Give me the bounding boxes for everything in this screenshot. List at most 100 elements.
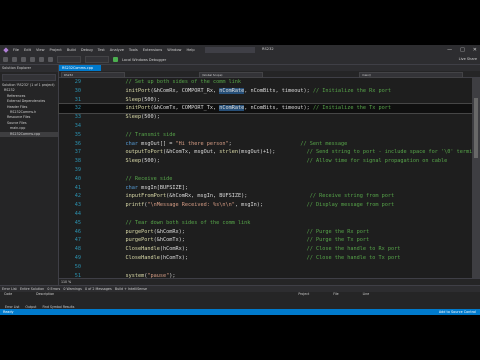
vertical-scrollbar[interactable] — [472, 78, 480, 285]
config-dropdown[interactable]: Debug — [57, 56, 81, 73]
new-file-icon[interactable] — [21, 57, 26, 62]
code-text[interactable]: inputFromPort(&hComRx, msgIn, BUFSIZE); … — [113, 192, 395, 201]
error-scope[interactable]: Entire Solution — [20, 287, 44, 291]
code-text[interactable]: char msgOut[] = "Hi there person"; // Se… — [113, 140, 348, 149]
line-number: 38 — [74, 158, 81, 165]
open-icon[interactable] — [30, 57, 35, 62]
column-header[interactable]: Code — [4, 292, 12, 297]
line-number: 40 — [74, 175, 81, 182]
code-line[interactable]: 33 Sleep(500); — [59, 113, 480, 122]
menu-build[interactable]: Build — [67, 48, 76, 52]
line-number: 44 — [74, 211, 81, 217]
close-icon[interactable]: ✕ — [473, 46, 477, 54]
code-text[interactable]: // Receive side — [113, 175, 173, 184]
scrollbar-thumb[interactable] — [474, 98, 478, 158]
code-line[interactable]: 48 CloseHandle(hComRx); // Close the han… — [59, 245, 480, 254]
maximize-icon[interactable]: □ — [460, 46, 465, 54]
code-text[interactable]: CloseHandle(hComTx); // Close the handle… — [113, 254, 401, 263]
errors-count[interactable]: 0 Errors — [47, 287, 60, 291]
menu-view[interactable]: View — [36, 48, 45, 52]
menu-analyze[interactable]: Analyze — [110, 48, 124, 52]
visual-studio-window: ◆ File Edit View Project Build Debug Tes… — [0, 45, 480, 315]
code-text-area[interactable]: 29 // Set up both sides of the comm link… — [58, 78, 480, 285]
code-line[interactable]: 37 outputToPort(&hComTx, msgOut, strlen(… — [59, 148, 480, 157]
menu-test[interactable]: Test — [98, 48, 105, 52]
menu-extensions[interactable]: Extensions — [143, 48, 163, 52]
code-text[interactable]: // Set up both sides of the comm link — [113, 78, 242, 87]
line-number: 50 — [74, 263, 81, 270]
run-label[interactable]: Local Windows Debugger — [122, 58, 166, 62]
minimize-icon[interactable]: — — [447, 46, 452, 54]
code-line[interactable]: 49 CloseHandle(hComTx); // Close the han… — [59, 254, 480, 263]
column-header[interactable]: Project — [298, 292, 309, 297]
column-header[interactable]: File — [333, 292, 338, 297]
platform-dropdown[interactable]: x86 — [85, 56, 109, 73]
code-text[interactable]: initPort(&hComRx, COMPORT_Rx, nComRate, … — [113, 87, 391, 96]
menu-tools[interactable]: Tools — [129, 48, 138, 52]
code-text[interactable]: purgePort(&hComTx); // Purge the Tx port — [113, 236, 370, 245]
code-text[interactable]: printf("\nMessage Received: %s\n\n", msg… — [113, 201, 395, 210]
menu-debug[interactable]: Debug — [81, 48, 93, 52]
line-number: 29 — [74, 79, 81, 85]
menu-file[interactable]: File — [13, 48, 19, 52]
code-line[interactable]: 45 // Tear down both sides of the comm l… — [59, 219, 480, 228]
live-share-button[interactable]: Live Share — [459, 57, 477, 61]
line-number: 41 — [74, 184, 81, 191]
solution-explorer-search[interactable] — [2, 74, 56, 81]
horizontal-scrollbar[interactable]: 110 % — [59, 278, 480, 285]
code-text[interactable]: purgePort(&hComRx); // Purge the Rx port — [113, 228, 370, 237]
menu-project[interactable]: Project — [50, 48, 62, 52]
messages-count[interactable]: 0 of 2 Messages — [85, 287, 112, 291]
quick-launch-search[interactable] — [205, 47, 255, 53]
source-control-button[interactable]: Add to Source Control — [439, 309, 476, 315]
code-text[interactable]: initPort(&hComTx, COMPORT_Tx, nComRate, … — [113, 104, 391, 113]
code-line[interactable]: 44 — [59, 210, 480, 219]
forward-icon[interactable] — [12, 57, 17, 62]
code-line[interactable]: 32 initPort(&hComTx, COMPORT_Tx, nComRat… — [58, 103, 480, 115]
back-icon[interactable] — [3, 57, 8, 62]
solution-name: RS232 — [262, 47, 274, 51]
line-number: 37 — [74, 149, 81, 156]
code-text[interactable]: outputToPort(&hComTx, msgOut, strlen(msg… — [113, 148, 480, 157]
menu-window[interactable]: Window — [167, 48, 181, 52]
error-list-columns: Code Description Project File Line — [0, 292, 480, 297]
code-line[interactable]: 41 char msgIn[BUFSIZE]; — [59, 184, 480, 193]
line-number: 46 — [74, 228, 81, 235]
column-header[interactable]: Line — [363, 292, 370, 297]
code-text[interactable]: Sleep(500); — [113, 113, 160, 122]
code-text[interactable]: char msgIn[BUFSIZE]; — [113, 184, 188, 193]
line-number: 32 — [74, 105, 81, 112]
code-line[interactable]: 31 Sleep(500); — [59, 96, 480, 105]
code-text[interactable]: // Transmit side — [113, 131, 176, 140]
column-header[interactable]: Description — [36, 292, 54, 297]
save-icon[interactable] — [39, 57, 44, 62]
line-number: 36 — [74, 140, 81, 147]
code-line[interactable]: 40 // Receive side — [59, 175, 480, 184]
code-line[interactable]: 30 initPort(&hComRx, COMPORT_Rx, nComRat… — [59, 87, 480, 96]
code-line[interactable]: 29 // Set up both sides of the comm link — [59, 78, 480, 87]
code-line[interactable]: 36 char msgOut[] = "Hi there person"; //… — [59, 140, 480, 149]
menu-edit[interactable]: Edit — [24, 48, 31, 52]
tree-item-selected[interactable]: RS232Comms.cpp — [0, 131, 58, 138]
code-text[interactable]: CloseHandle(hComRx); // Close the handle… — [113, 245, 401, 254]
code-line[interactable]: 39 — [59, 166, 480, 175]
build-filter[interactable]: Build + IntelliSense — [115, 287, 147, 291]
code-line[interactable]: 43 printf("\nMessage Received: %s\n\n", … — [59, 201, 480, 210]
code-line[interactable]: 42 inputFromPort(&hComRx, msgIn, BUFSIZE… — [59, 192, 480, 201]
code-text[interactable]: Sleep(500); // Allow time for signal pro… — [113, 157, 448, 166]
code-line[interactable]: 34 — [59, 122, 480, 131]
code-line[interactable]: 35 // Transmit side — [59, 131, 480, 140]
warnings-count[interactable]: 0 Warnings — [63, 287, 81, 291]
line-number: 45 — [74, 219, 81, 226]
line-number: 43 — [74, 202, 81, 209]
start-debug-icon[interactable] — [113, 57, 118, 62]
code-text[interactable]: // Tear down both sides of the comm link — [113, 219, 251, 228]
code-line[interactable]: 47 purgePort(&hComTx); // Purge the Tx p… — [59, 236, 480, 245]
code-text[interactable]: Sleep(500); — [113, 96, 160, 105]
code-line[interactable]: 50 — [59, 263, 480, 272]
menu-help[interactable]: Help — [186, 48, 194, 52]
solution-explorer-title: Solution Explorer — [0, 65, 58, 72]
code-line[interactable]: 46 purgePort(&hComRx); // Purge the Rx p… — [59, 228, 480, 237]
code-line[interactable]: 38 Sleep(500); // Allow time for signal … — [59, 157, 480, 166]
undo-icon[interactable] — [48, 57, 53, 62]
